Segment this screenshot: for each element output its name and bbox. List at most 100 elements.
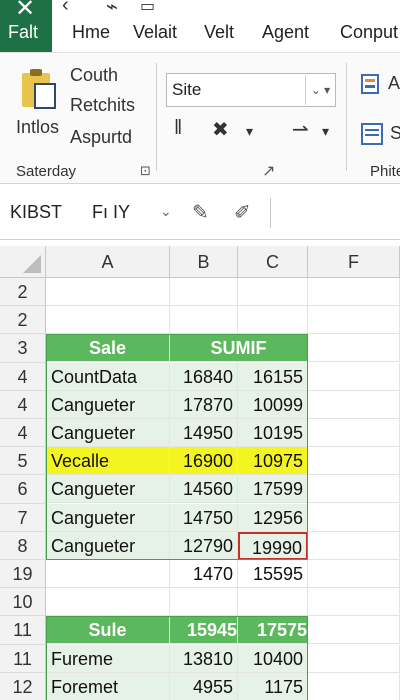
tab-agent[interactable]: Agent bbox=[262, 22, 309, 43]
table-cell-label[interactable]: Cangueter bbox=[46, 531, 170, 560]
table-cell-value[interactable]: 16900 bbox=[170, 447, 238, 476]
row-header[interactable]: 8 bbox=[0, 531, 46, 560]
empty-cell[interactable] bbox=[308, 390, 400, 419]
row-header[interactable]: 2 bbox=[0, 306, 46, 335]
row-header[interactable]: 4 bbox=[0, 362, 46, 391]
column-header-b[interactable]: B bbox=[170, 246, 238, 278]
dialog-launcher-icon[interactable]: ⊡ bbox=[140, 163, 151, 179]
table-cell-value[interactable]: 1175 bbox=[238, 672, 308, 700]
table-cell-value[interactable]: 10099 bbox=[238, 390, 308, 419]
empty-cell[interactable] bbox=[308, 447, 400, 476]
empty-cell[interactable] bbox=[308, 475, 400, 504]
table-cell-label[interactable]: Cangueter bbox=[46, 390, 170, 419]
empty-cell[interactable] bbox=[308, 334, 400, 363]
font-name-select[interactable]: Site ⌄ ▾ bbox=[166, 73, 336, 107]
tab-view[interactable]: Velt bbox=[204, 22, 234, 43]
empty-cell[interactable] bbox=[308, 362, 400, 391]
row-header[interactable]: 19 bbox=[0, 560, 46, 589]
clipboard-item-cut[interactable]: Couth bbox=[70, 65, 118, 86]
table-cell-value[interactable] bbox=[170, 278, 238, 306]
paste-icon[interactable] bbox=[22, 69, 58, 109]
back-arrow-icon[interactable]: ‹ bbox=[62, 0, 69, 17]
empty-cell[interactable] bbox=[308, 503, 400, 532]
empty-cell[interactable] bbox=[308, 278, 400, 306]
tab-compute[interactable]: Conput bbox=[340, 22, 398, 43]
table-header-cell[interactable]: Sule bbox=[46, 616, 170, 645]
row-header[interactable]: 7 bbox=[0, 503, 46, 532]
row-header[interactable]: 10 bbox=[0, 588, 46, 617]
row-header[interactable]: 3 bbox=[0, 334, 46, 363]
table-cell-label[interactable]: Cangueter bbox=[46, 503, 170, 532]
paste-label[interactable]: Intlos bbox=[16, 117, 59, 138]
chevron-down-icon[interactable]: ⌄ ▾ bbox=[305, 75, 335, 105]
select-all-corner[interactable] bbox=[0, 246, 46, 278]
document-icon[interactable]: ▭ bbox=[140, 0, 155, 16]
table-cell-value[interactable] bbox=[238, 588, 308, 617]
row-header[interactable]: 4 bbox=[0, 390, 46, 419]
table-cell-value[interactable]: 17870 bbox=[170, 390, 238, 419]
table-cell-label[interactable]: Fureme bbox=[46, 644, 170, 673]
table-cell-value[interactable]: 12956 bbox=[238, 503, 308, 532]
table-cell-value[interactable]: 15595 bbox=[238, 560, 308, 588]
table-cell-label[interactable] bbox=[46, 588, 170, 617]
table-cell-value[interactable]: 10400 bbox=[238, 644, 308, 673]
column-header-f[interactable]: F bbox=[308, 246, 400, 278]
row-header[interactable]: 2 bbox=[0, 278, 46, 307]
table-cell-value[interactable]: 14560 bbox=[170, 475, 238, 504]
table-cell-label[interactable]: Cangueter bbox=[46, 475, 170, 504]
table-cell-label[interactable] bbox=[46, 560, 170, 588]
column-header-a[interactable]: A bbox=[46, 246, 170, 278]
table-header-cell[interactable]: Sale bbox=[46, 334, 170, 363]
conditional-format-icon[interactable] bbox=[360, 71, 386, 97]
pen-icon[interactable]: ✎ bbox=[192, 200, 209, 225]
table-cell-value[interactable]: 1470 bbox=[170, 560, 238, 588]
row-header[interactable]: 11 bbox=[0, 644, 46, 673]
row-header[interactable]: 12 bbox=[0, 672, 46, 700]
empty-cell[interactable] bbox=[308, 616, 400, 645]
table-cell-label[interactable]: Vecalle bbox=[46, 447, 170, 476]
table-cell-value[interactable]: 14950 bbox=[170, 419, 238, 447]
empty-cell[interactable] bbox=[308, 419, 400, 447]
table-cell-value[interactable]: 14750 bbox=[170, 503, 238, 532]
clipboard-item-format[interactable]: Aspurtd bbox=[70, 127, 132, 148]
table-cell-value[interactable]: 13810 bbox=[170, 644, 238, 673]
table-header-cell[interactable]: 17575 bbox=[238, 616, 308, 645]
row-header[interactable]: 5 bbox=[0, 447, 46, 476]
table-cell-label[interactable]: Cangueter bbox=[46, 419, 170, 447]
table-cell-label[interactable]: Foremet bbox=[46, 672, 170, 700]
format-label-a[interactable]: A bbox=[388, 73, 400, 94]
table-header-cell[interactable]: SUMIF bbox=[170, 334, 308, 363]
row-header[interactable]: 11 bbox=[0, 616, 46, 645]
table-cell-value[interactable]: 17599 bbox=[238, 475, 308, 504]
selected-cell[interactable]: 19990 bbox=[238, 531, 308, 560]
empty-cell[interactable] bbox=[308, 672, 400, 700]
table-cell-value[interactable]: 10195 bbox=[238, 419, 308, 447]
table-cell-label[interactable] bbox=[46, 306, 170, 335]
table-cell-value[interactable] bbox=[170, 306, 238, 335]
empty-cell[interactable] bbox=[308, 560, 400, 588]
column-header-c[interactable]: C bbox=[238, 246, 308, 278]
chevron-down-icon[interactable]: ⌄ bbox=[160, 203, 172, 220]
cell-styles-icon[interactable] bbox=[360, 121, 386, 147]
format-label-s[interactable]: S bbox=[390, 123, 400, 144]
table-cell-value[interactable]: 4955 bbox=[170, 672, 238, 700]
table-cell-value[interactable]: 10975 bbox=[238, 447, 308, 476]
chevron-down-icon[interactable]: ▾ bbox=[322, 123, 329, 140]
tab-file[interactable]: ✕ Falt bbox=[0, 0, 52, 52]
empty-cell[interactable] bbox=[308, 306, 400, 335]
empty-cell[interactable] bbox=[308, 531, 400, 560]
close-icon[interactable]: ✕ bbox=[15, 0, 35, 23]
table-cell-value[interactable]: 16840 bbox=[170, 362, 238, 391]
table-header-cell[interactable]: 15945 bbox=[170, 616, 238, 645]
row-header[interactable]: 6 bbox=[0, 475, 46, 504]
table-cell-value[interactable] bbox=[238, 306, 308, 335]
formula-input[interactable]: Fı IY bbox=[92, 202, 130, 223]
expand-arrow-icon[interactable]: ↗ bbox=[262, 161, 275, 181]
brush-icon[interactable]: ✐ bbox=[234, 200, 251, 225]
tab-home[interactable]: Hme bbox=[72, 22, 110, 43]
clipboard-item-copy[interactable]: Retchits bbox=[70, 95, 135, 116]
table-cell-label[interactable] bbox=[46, 278, 170, 306]
empty-cell[interactable] bbox=[308, 588, 400, 617]
merge-arrow-icon[interactable]: ⇀ bbox=[292, 117, 309, 142]
pause-icon[interactable]: ‖ bbox=[174, 117, 182, 140]
